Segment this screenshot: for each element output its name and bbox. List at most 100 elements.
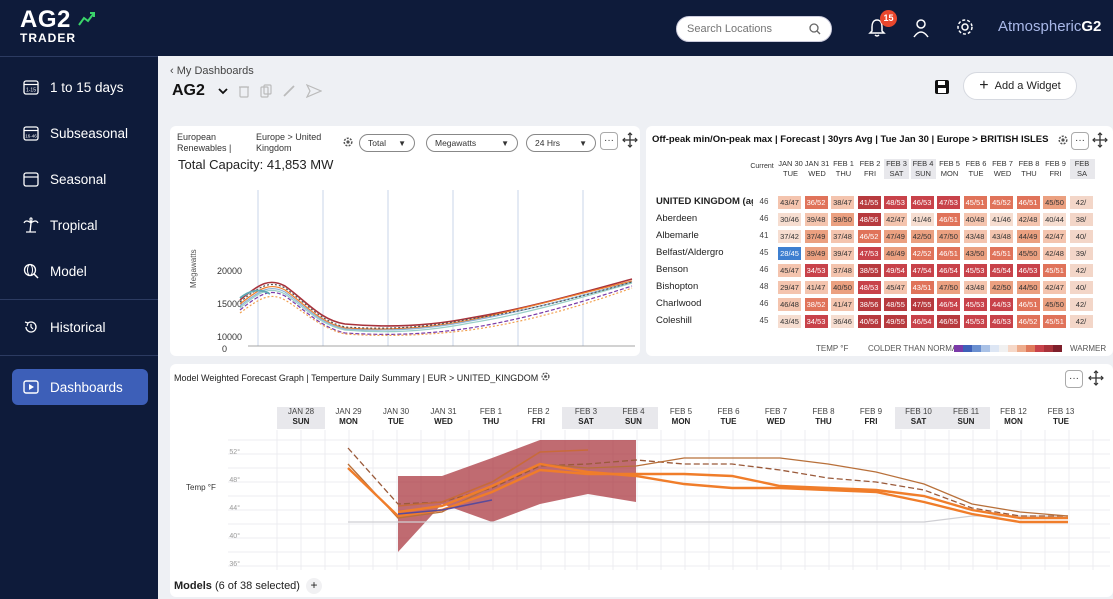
heatmap-cell[interactable]: 46/52 xyxy=(1016,315,1040,328)
heatmap-cell[interactable]: 45/53 xyxy=(963,264,987,277)
heatmap-cell[interactable]: 42/ xyxy=(1069,298,1093,311)
heatmap-cell[interactable]: 42/ xyxy=(1069,196,1093,209)
gear-icon[interactable] xyxy=(1058,135,1068,145)
heatmap-cell[interactable]: 46/51 xyxy=(937,213,960,226)
heatmap-cell[interactable]: 42/ xyxy=(1069,315,1093,328)
pencil-icon[interactable] xyxy=(282,84,296,98)
heatmap-cell[interactable]: 46/48 xyxy=(778,298,801,311)
more-options-button[interactable]: ··· xyxy=(1071,132,1089,150)
heatmap-row-label[interactable]: Bishopton xyxy=(656,281,753,292)
add-widget-button[interactable]: + Add a Widget xyxy=(963,72,1077,100)
heatmap-cell[interactable]: 34/53 xyxy=(804,264,828,277)
chevron-down-icon[interactable] xyxy=(218,87,228,95)
heatmap-cell[interactable]: 48/53 xyxy=(884,196,907,209)
heatmap-cell[interactable]: 45/51 xyxy=(963,196,987,209)
heatmap-cell[interactable]: 45/51 xyxy=(1043,315,1066,328)
heatmap-cell[interactable]: 42/47 xyxy=(1043,281,1066,294)
search-input[interactable] xyxy=(687,17,807,41)
heatmap-cell[interactable]: 45/50 xyxy=(1043,196,1066,209)
heatmap-cell[interactable]: 38/47 xyxy=(831,196,854,209)
heatmap-cell[interactable]: 42/50 xyxy=(990,281,1013,294)
heatmap-cell[interactable]: 41/55 xyxy=(857,196,881,209)
heatmap-cell[interactable]: 47/53 xyxy=(857,247,881,260)
heatmap-cell[interactable]: 46/52 xyxy=(857,230,881,243)
heatmap-cell[interactable]: 43/48 xyxy=(990,230,1013,243)
heatmap-cell[interactable]: 42/47 xyxy=(1043,230,1066,243)
heatmap-cell[interactable]: 47/50 xyxy=(937,230,960,243)
heatmap-cell[interactable]: 46/54 xyxy=(937,298,960,311)
heatmap-cell[interactable]: 48/53 xyxy=(857,281,881,294)
heatmap-cell[interactable]: 47/54 xyxy=(910,264,934,277)
heatmap-cell[interactable]: 42/48 xyxy=(1043,247,1066,260)
sidebar-item-subseasonal[interactable]: 16-46 Subseasonal xyxy=(12,115,148,151)
sidebar-item-tropical[interactable]: Tropical xyxy=(12,207,148,243)
hours-select[interactable]: 24 Hrs ▼ xyxy=(526,134,596,152)
heatmap-row-label[interactable]: Charlwood xyxy=(656,298,753,309)
heatmap-cell[interactable]: 39/47 xyxy=(831,247,854,260)
heatmap-cell[interactable]: 40/48 xyxy=(963,213,987,226)
heatmap-cell[interactable]: 40/44 xyxy=(1043,213,1066,226)
heatmap-cell[interactable]: 34/53 xyxy=(804,315,828,328)
heatmap-cell[interactable]: 45/53 xyxy=(963,298,987,311)
heatmap-cell[interactable]: 39/50 xyxy=(831,213,854,226)
heatmap-cell[interactable]: 46/54 xyxy=(937,264,960,277)
heatmap-cell[interactable]: 47/49 xyxy=(884,230,907,243)
heatmap-cell[interactable]: 46/51 xyxy=(1016,196,1040,209)
heatmap-cell[interactable]: 46/54 xyxy=(910,315,934,328)
heatmap-cell[interactable]: 47/53 xyxy=(937,196,960,209)
heatmap-cell[interactable]: 45/53 xyxy=(963,315,987,328)
heatmap-cell[interactable]: 47/50 xyxy=(937,281,960,294)
heatmap-cell[interactable]: 42/52 xyxy=(910,247,934,260)
heatmap-cell[interactable]: 42/ xyxy=(1069,264,1093,277)
models-selector[interactable]: Models (6 of 38 selected) + xyxy=(174,578,322,594)
heatmap-cell[interactable]: 40/50 xyxy=(831,281,854,294)
move-icon[interactable] xyxy=(1088,370,1104,386)
heatmap-cell[interactable]: 45/50 xyxy=(1016,247,1040,260)
heatmap-cell[interactable]: 39/ xyxy=(1069,247,1093,260)
heatmap-cell[interactable]: 43/47 xyxy=(778,196,801,209)
heatmap-cell[interactable]: 45/51 xyxy=(990,247,1013,260)
heatmap-cell[interactable]: 45/54 xyxy=(990,264,1013,277)
heatmap-cell[interactable]: 40/ xyxy=(1069,230,1093,243)
sidebar-item-seasonal[interactable]: Seasonal xyxy=(12,161,148,197)
more-options-button[interactable]: ··· xyxy=(600,132,618,150)
heatmap-cell[interactable]: 42/48 xyxy=(1016,213,1040,226)
sidebar-item-dashboards[interactable]: Dashboards xyxy=(12,369,148,405)
heatmap-cell[interactable]: 43/48 xyxy=(963,281,987,294)
heatmap-cell[interactable]: 45/52 xyxy=(990,196,1013,209)
sidebar-item-model[interactable]: Model xyxy=(12,253,148,289)
gear-icon[interactable] xyxy=(541,372,550,381)
heatmap-cell[interactable]: 37/48 xyxy=(831,230,854,243)
logo[interactable]: AG2 TRADER xyxy=(20,6,95,45)
heatmap-cell[interactable]: 46/53 xyxy=(990,315,1013,328)
heatmap-cell[interactable]: 40/ xyxy=(1069,281,1093,294)
heatmap-cell[interactable]: 46/55 xyxy=(937,315,960,328)
heatmap-row-label[interactable]: Aberdeen xyxy=(656,213,753,224)
heatmap-row-label[interactable]: Benson xyxy=(656,264,753,275)
heatmap-cell[interactable]: 29/47 xyxy=(778,281,801,294)
heatmap-cell[interactable]: 43/45 xyxy=(778,315,801,328)
heatmap-cell[interactable]: 38/52 xyxy=(804,298,828,311)
heatmap-cell[interactable]: 38/ xyxy=(1069,213,1093,226)
heatmap-cell[interactable]: 41/46 xyxy=(910,213,934,226)
heatmap-cell[interactable]: 44/50 xyxy=(1016,281,1040,294)
heatmap-cell[interactable]: 39/49 xyxy=(804,247,828,260)
heatmap-cell[interactable]: 46/51 xyxy=(937,247,960,260)
heatmap-cell[interactable]: 41/46 xyxy=(990,213,1013,226)
sidebar-item-historical[interactable]: Historical xyxy=(12,309,148,345)
heatmap-cell[interactable]: 46/49 xyxy=(884,247,907,260)
heatmap-cell[interactable]: 45/47 xyxy=(778,264,801,277)
heatmap-cell[interactable]: 46/53 xyxy=(1016,264,1040,277)
move-icon[interactable] xyxy=(1092,132,1108,148)
heatmap-cell[interactable]: 47/55 xyxy=(910,298,934,311)
heatmap-row-label[interactable]: Albemarle xyxy=(656,230,753,241)
heatmap-row-label[interactable]: Belfast/Aldergro xyxy=(656,247,753,258)
heatmap-cell[interactable]: 45/50 xyxy=(1043,298,1066,311)
user-icon[interactable] xyxy=(912,18,930,38)
heatmap-cell[interactable]: 45/51 xyxy=(1043,264,1066,277)
heatmap-cell[interactable]: 40/56 xyxy=(857,315,881,328)
heatmap-cell[interactable]: 41/47 xyxy=(804,281,828,294)
more-options-button[interactable]: ··· xyxy=(1065,370,1083,388)
heatmap-cell[interactable]: 37/49 xyxy=(804,230,828,243)
heatmap-cell[interactable]: 49/55 xyxy=(884,315,907,328)
